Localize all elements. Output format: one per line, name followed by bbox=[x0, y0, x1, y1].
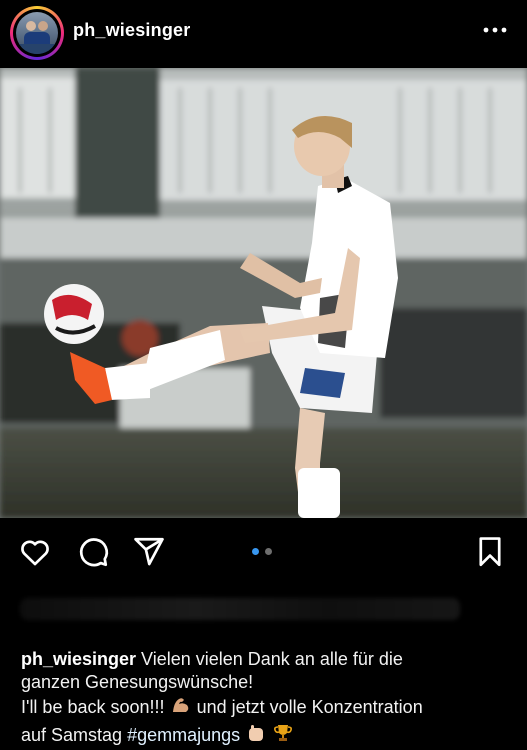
story-ring[interactable] bbox=[10, 6, 64, 60]
football bbox=[44, 284, 104, 344]
carousel-indicator bbox=[252, 548, 276, 556]
caption-line-4a: auf Samstag bbox=[21, 725, 123, 745]
post-caption: ph_wiesinger Vielen vielen Dank an alle … bbox=[21, 648, 511, 750]
caption-line-3a: I'll be back soon!!! bbox=[21, 697, 165, 717]
fist-icon bbox=[245, 722, 267, 750]
send-icon[interactable] bbox=[132, 535, 166, 569]
carousel-dot bbox=[265, 548, 272, 555]
header-username[interactable]: ph_wiesinger bbox=[73, 20, 190, 41]
trophy-icon bbox=[272, 722, 294, 750]
flexed-biceps-icon bbox=[170, 694, 192, 722]
heart-icon[interactable] bbox=[18, 535, 52, 569]
post-header: ph_wiesinger bbox=[0, 0, 527, 66]
bookmark-icon[interactable] bbox=[473, 535, 507, 569]
carousel-dot-active bbox=[252, 548, 259, 555]
caption-line-1: Vielen vielen Dank an alle für die bbox=[141, 649, 403, 669]
avatar-border bbox=[13, 9, 61, 57]
blurred-likes-row bbox=[20, 598, 460, 620]
post-photo[interactable] bbox=[0, 68, 527, 518]
caption-username[interactable]: ph_wiesinger bbox=[21, 649, 136, 669]
comment-icon[interactable] bbox=[76, 535, 110, 569]
hashtag-link[interactable]: #gemmajungs bbox=[127, 725, 240, 745]
caption-line-3b: und jetzt volle Konzentration bbox=[196, 697, 423, 717]
avatar[interactable] bbox=[16, 12, 58, 54]
caption-line-2: ganzen Genesungswünsche! bbox=[21, 672, 254, 692]
more-horizontal-icon[interactable] bbox=[483, 20, 507, 40]
